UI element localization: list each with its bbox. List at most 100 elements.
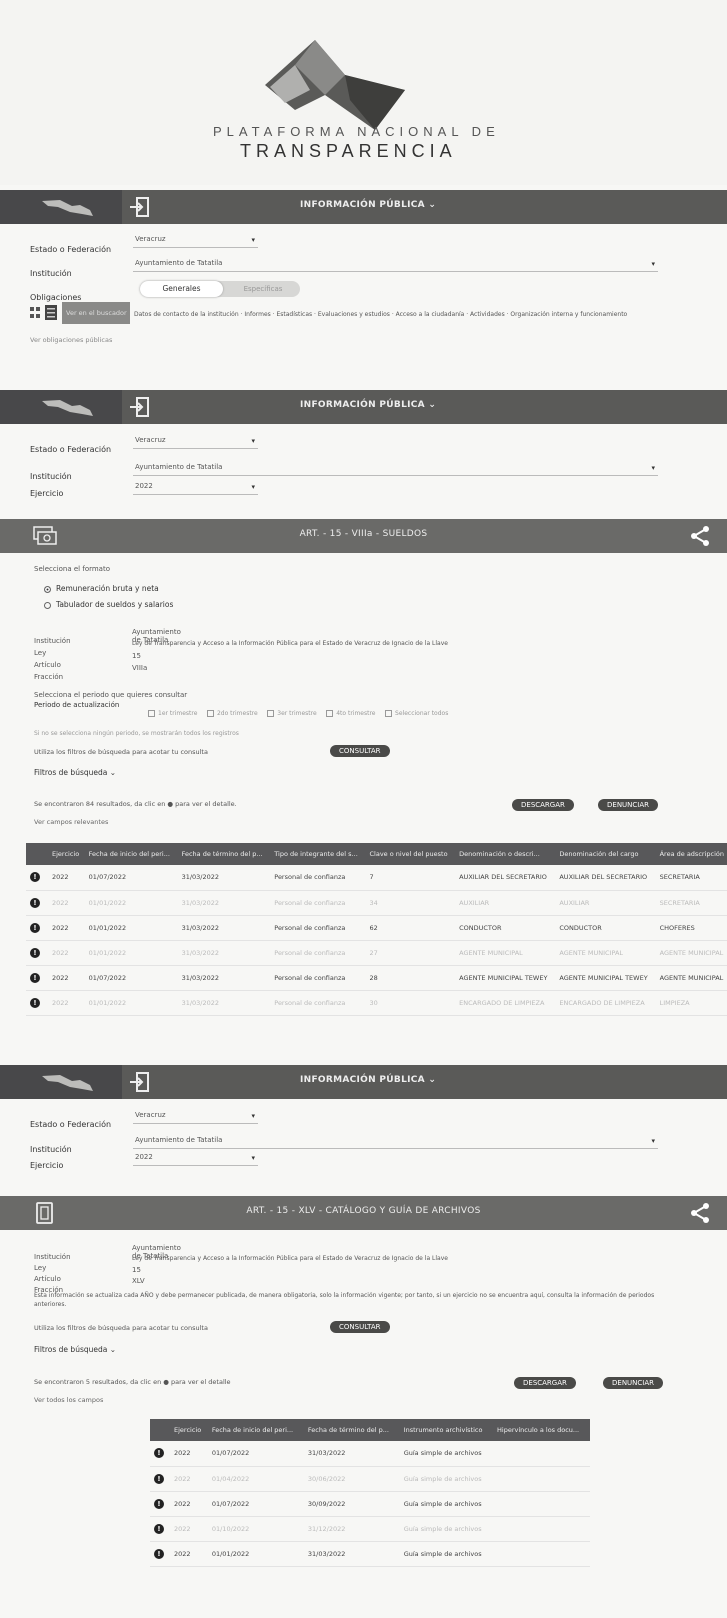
info-icon[interactable]: ! [30,947,40,958]
guide-button[interactable]: Ver en el buscador [62,302,130,324]
period-check-all[interactable]: Seleccionar todos [385,710,448,717]
period-check-2[interactable]: 2do trimestre [206,710,258,717]
caret-icon: ▾ [651,1137,655,1145]
info-icon[interactable]: ! [30,922,40,933]
table-cell: 01/07/2022 [207,1441,304,1467]
nav-info-publica[interactable]: INFORMACIÓN PÚBLICA ⌄ [300,200,436,210]
form3-state-select[interactable]: Veracruz ▾ [133,1108,258,1124]
period-prompt: Selecciona el periodo que quieres consul… [34,691,188,699]
table-cell: Personal de confianza [270,990,366,1016]
row-detail-cell: ! [150,1441,170,1467]
info-icon[interactable]: ! [154,1498,164,1509]
consult-button[interactable]: CONSULTAR [330,745,390,757]
row-detail-cell: ! [150,1516,170,1542]
table-row: ! 2022 01/01/2022 31/03/2022 Personal de con… [26,990,727,1016]
report-button[interactable]: DENUNCIAR [598,799,659,811]
info-icon[interactable]: ! [30,997,40,1008]
section-sueldos-title: ART. - 15 - VIIIa - SUELDOS [299,529,428,539]
update-note: Esta información se actualiza cada AÑO y… [34,1292,655,1308]
login-icon[interactable] [128,1070,152,1094]
info-icon[interactable]: ! [30,872,40,883]
table-cell: AGENTE MUNICIPAL TEWEY [455,965,556,991]
row-detail-cell: ! [150,1541,170,1567]
radio-remuneracion[interactable]: Remuneración bruta y neta [44,584,159,593]
period-check-3[interactable]: 3er trimestre [267,710,317,717]
share-icon[interactable] [689,525,711,547]
home-map-button[interactable] [0,190,122,224]
search-filters-toggle[interactable]: Filtros de búsqueda ⌄ [34,768,116,777]
header-cell[interactable]: Clave o nivel del puesto [365,843,456,865]
nav-info-publica[interactable]: INFORMACIÓN PÚBLICA ⌄ [300,400,436,410]
table-cell: 7 [365,865,456,891]
form2-institution-select[interactable]: Ayuntamiento de Tatatila ▾ [133,460,658,476]
radio-tabulador[interactable]: Tabulador de sueldos y salarios [44,600,173,609]
tab-especificas[interactable]: Específicas [228,281,298,297]
grid-view-icon[interactable] [30,307,40,319]
login-icon[interactable] [128,395,152,419]
header-cell[interactable]: Área de adscripción [655,843,727,865]
list-view-icon[interactable] [45,305,57,320]
info-icon[interactable]: ! [30,972,40,983]
header-cell[interactable]: Denominación del cargo [555,843,656,865]
download-button[interactable]: DESCARGAR [514,1377,576,1389]
obligations-toggle: Generales Específicas [140,281,300,297]
home-map-button[interactable] [0,1065,122,1099]
all-fields-link[interactable]: Ver todos los campos [34,1396,103,1404]
report-button[interactable]: DENUNCIAR [603,1377,664,1389]
info-icon[interactable]: ! [154,1448,164,1459]
header-cell[interactable]: Fecha de término del p... [303,1419,400,1441]
table-cell: 2022 [48,940,85,966]
table-row: ! 2022 01/01/2022 31/03/2022 Personal de con… [26,890,727,916]
form2-year-select[interactable]: 2022 ▾ [133,479,258,495]
table-cell: AGENTE MUNICIPAL [455,940,556,966]
header-cell[interactable]: Ejercicio [170,1419,208,1441]
relevant-fields-link[interactable]: Ver campos relevantes [34,818,108,826]
results-count: Se encontraron 5 resultados, da clic en … [34,1378,231,1386]
share-icon[interactable] [689,1202,711,1224]
caret-icon: ▾ [651,464,655,472]
table-cell: 28 [365,965,456,991]
header-cell[interactable]: Fecha de inicio del peri... [207,1419,304,1441]
info-icon[interactable]: ! [154,1548,164,1559]
table-cell: Personal de confianza [270,965,366,991]
home-map-button[interactable] [0,390,122,424]
nav-info-publica[interactable]: INFORMACIÓN PÚBLICA ⌄ [300,1075,436,1085]
form2-state-select[interactable]: Veracruz ▾ [133,433,258,449]
table-cell: 2022 [48,965,85,991]
consult-button[interactable]: CONSULTAR [330,1321,390,1333]
header-cell[interactable]: Instrumento archivístico [399,1419,494,1441]
info-icon[interactable]: ! [154,1473,164,1484]
search-filters-toggle[interactable]: Filtros de búsqueda ⌄ [34,1345,116,1354]
form3-institution-select[interactable]: Ayuntamiento de Tatatila ▾ [133,1133,658,1149]
table-cell: 62 [365,915,456,941]
header-cell-info [26,843,48,865]
download-button[interactable]: DESCARGAR [512,799,574,811]
caret-icon: ▾ [251,1154,255,1162]
header-cell[interactable]: Fecha de término del p... [177,843,271,865]
info-icon[interactable]: ! [154,1523,164,1534]
obligation-links[interactable]: Datos de contacto de la institución · In… [134,311,704,318]
form1-state-select[interactable]: Veracruz ▾ [133,232,258,248]
navbar-1: INFORMACIÓN PÚBLICA ⌄ [0,190,727,224]
header-cell[interactable]: Tipo de integrante del s... [270,843,366,865]
table-row: ! 2022 01/01/2022 31/03/2022 Personal de con… [26,915,727,941]
tab-generales[interactable]: Generales [140,281,223,297]
header-cell[interactable]: Hipervínculo a los docu... [493,1419,590,1441]
caret-icon: ▾ [251,483,255,491]
table-header-row: Ejercicio Fecha de inicio del peri... Fe… [150,1419,590,1441]
form1-institution-select[interactable]: Ayuntamiento de Tatatila ▾ [133,256,658,272]
period-check-4[interactable]: 4to trimestre [326,710,376,717]
form3-year-select[interactable]: 2022 ▾ [133,1150,258,1166]
period-check-1[interactable]: 1er trimestre [148,710,197,717]
mexico-map-icon [42,400,93,416]
sueldos-table-wrap: Ejercicio Fecha de inicio del peri... Fe… [26,843,727,1016]
info-icon[interactable]: ! [30,897,40,908]
header-cell[interactable]: Ejercicio [48,843,85,865]
header-cell[interactable]: Fecha de inicio del peri... [84,843,178,865]
table-row: ! 2022 01/07/2022 31/03/2022 Personal de con… [26,965,727,991]
header-cell[interactable]: Denominación o descri... [455,843,556,865]
more-obligations-link[interactable]: Ver obligaciones públicas [30,336,112,344]
login-icon[interactable] [128,195,152,219]
checkbox-icon [326,710,334,717]
filter-prompt: Utiliza los filtros de búsqueda para aco… [34,1324,208,1332]
